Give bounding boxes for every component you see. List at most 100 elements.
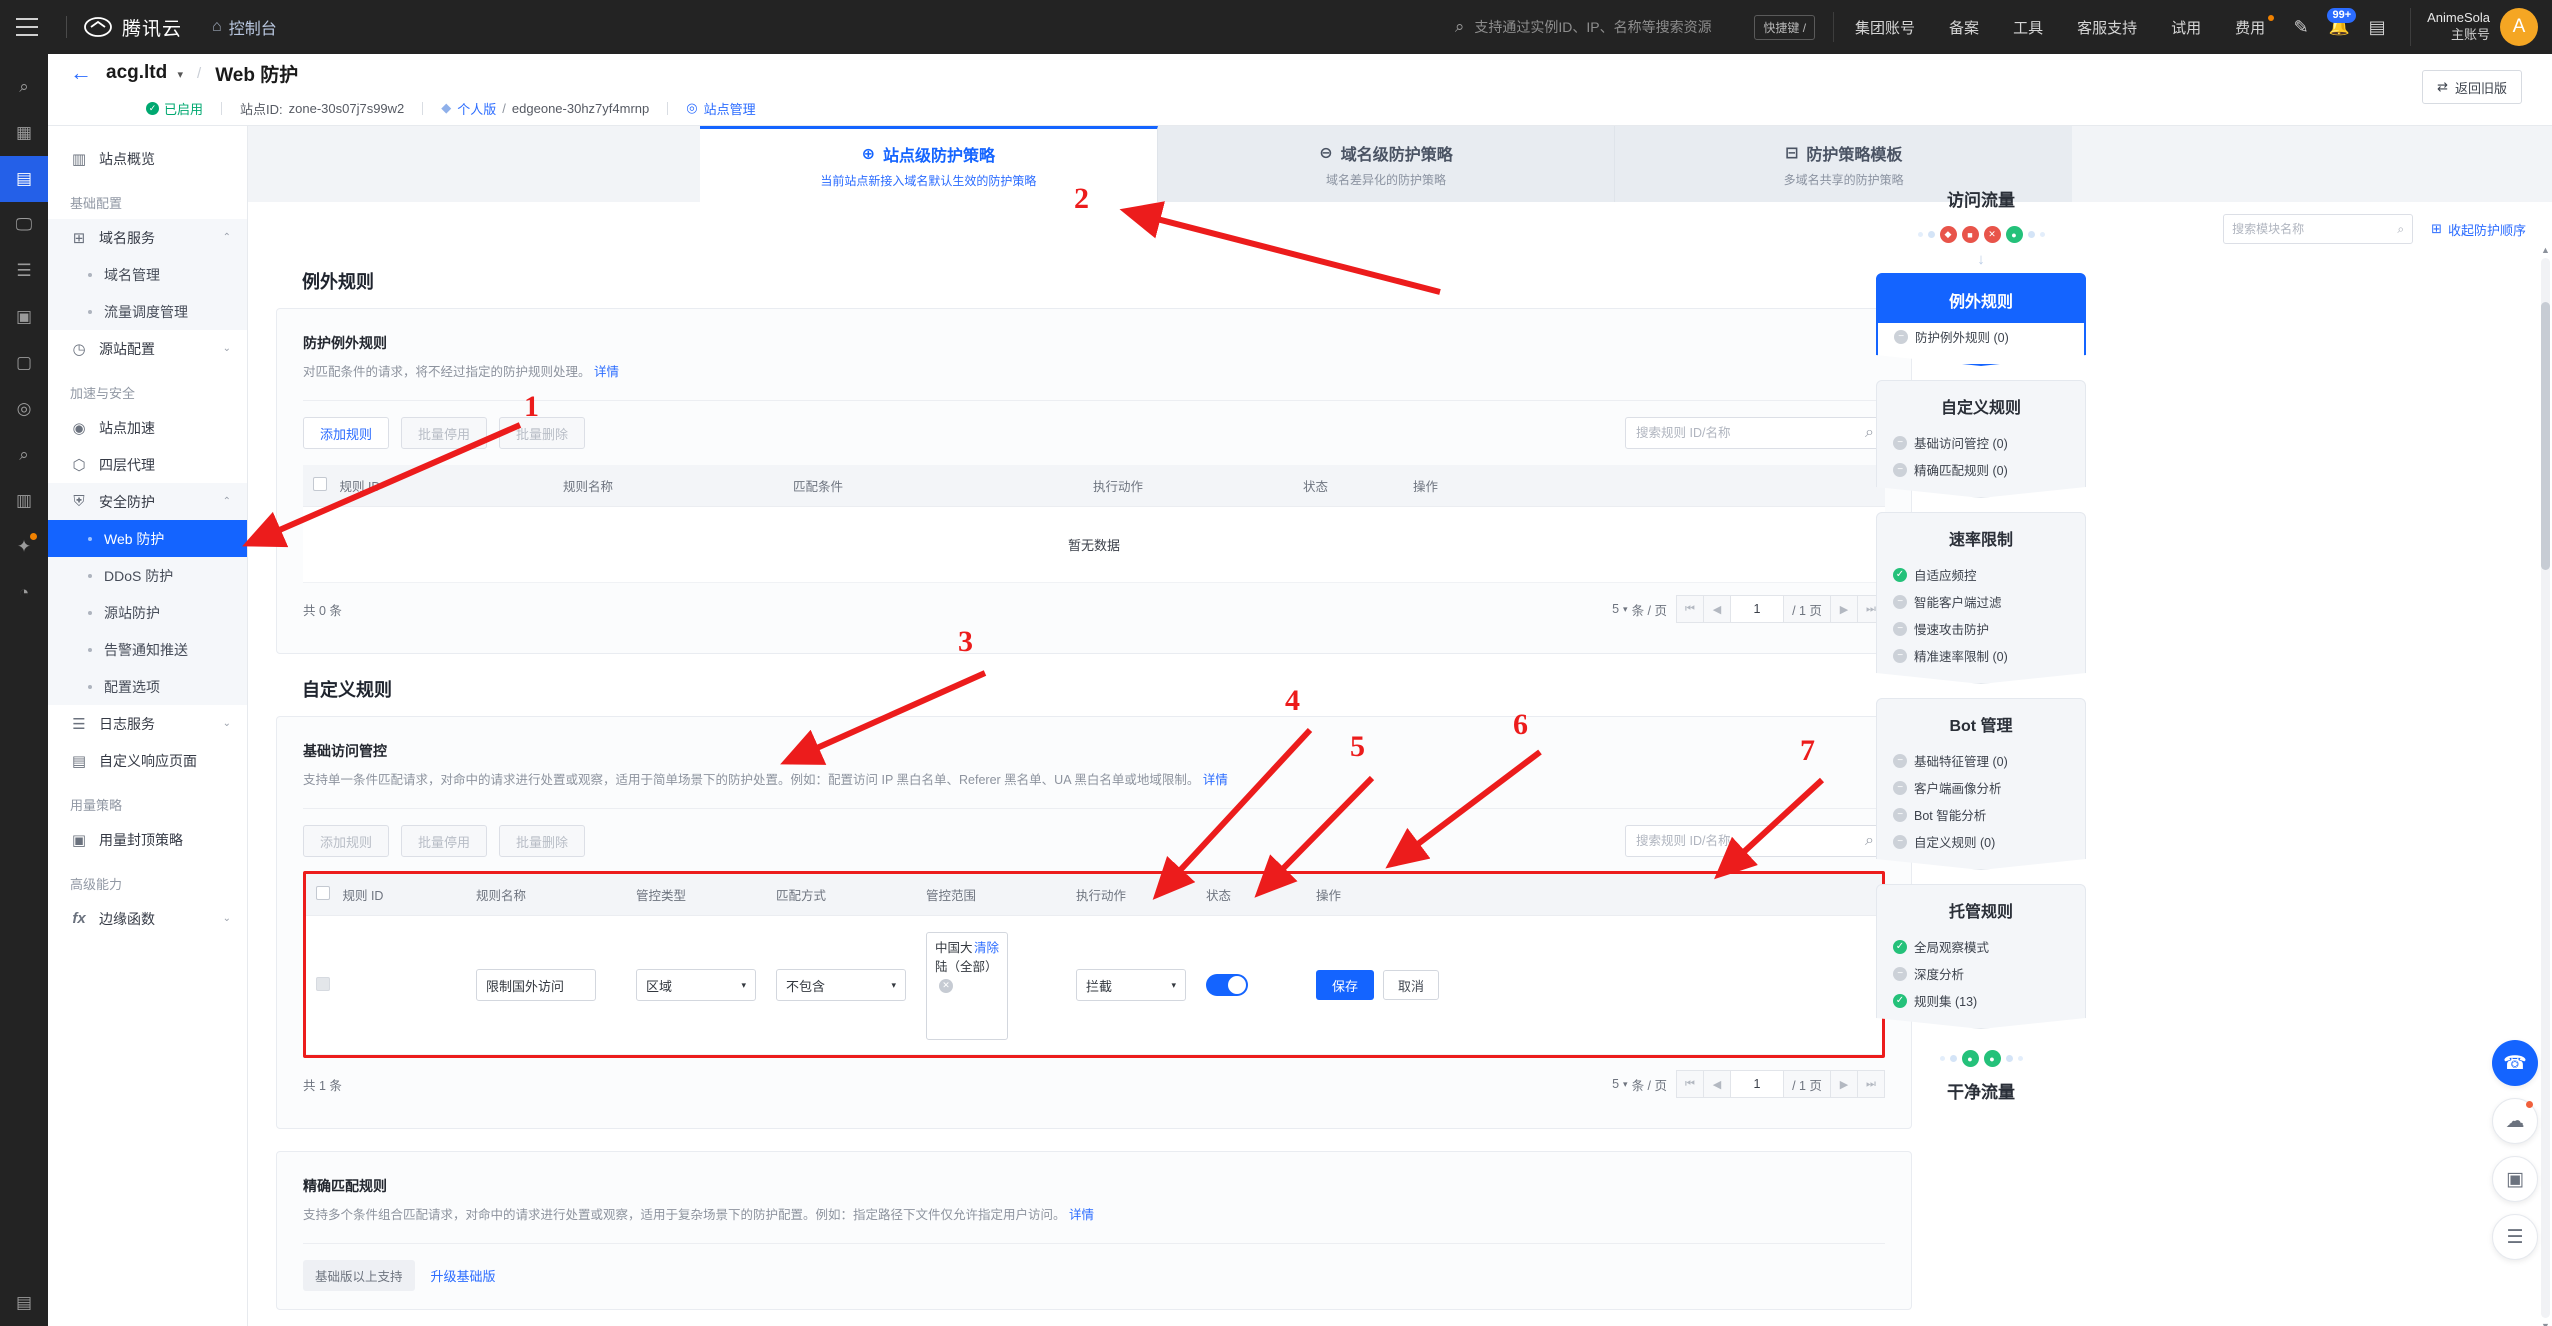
module-search[interactable]: ⌕ bbox=[2223, 214, 2414, 244]
user-menu[interactable]: AnimeSola 主账号 A bbox=[2410, 8, 2538, 46]
box-rail-icon[interactable]: ▣ bbox=[0, 294, 48, 340]
flow-stage-exception[interactable]: 例外规则 − 防护例外规则 (0) bbox=[1876, 273, 2086, 366]
magnify-rail-icon[interactable]: ⌕ bbox=[0, 432, 48, 478]
sidebar-item-origin-protection[interactable]: 源站防护 bbox=[48, 594, 247, 631]
flow-item[interactable]: − 基础访问管控 (0) bbox=[1877, 429, 2085, 456]
apps-rail-icon[interactable]: ▤ bbox=[0, 156, 48, 202]
exception-rule-search[interactable]: ⌕ bbox=[1625, 417, 1885, 449]
globe-rail-icon[interactable]: ◎ bbox=[0, 386, 48, 432]
flow-item[interactable]: − 客户端画像分析 bbox=[1877, 774, 2085, 801]
control-scope-tagbox[interactable]: 清除 中国大陆（全部）✕ bbox=[926, 932, 1008, 1040]
tencent-cloud-logo[interactable]: 腾讯云 bbox=[83, 14, 182, 41]
sidebar-item-web-protection[interactable]: Web 防护 bbox=[48, 520, 247, 557]
return-old-version-button[interactable]: ⇄ 返回旧版 bbox=[2422, 70, 2522, 104]
sidebar-item-l4-proxy[interactable]: ⬡ 四层代理 bbox=[48, 446, 247, 483]
flow-stage-rate-limit[interactable]: 速率限制 ✓ 自适应频控 − 智能客户端过滤 − 慢速攻击防护 − 精准速率限制… bbox=[1876, 512, 2086, 684]
first-page-button[interactable]: ⏮ bbox=[1676, 595, 1704, 623]
avatar[interactable]: A bbox=[2500, 8, 2538, 46]
breadcrumb-site[interactable]: acg.ltd ▾ bbox=[106, 62, 183, 84]
row-checkbox[interactable] bbox=[316, 976, 330, 991]
sidebar-item-config-options[interactable]: 配置选项 bbox=[48, 668, 247, 705]
plan-label[interactable]: 个人版 bbox=[457, 99, 496, 118]
first-page-button[interactable]: ⏮ bbox=[1676, 1070, 1704, 1098]
rule-enabled-toggle[interactable] bbox=[1206, 974, 1248, 996]
basic-rule-search-input[interactable] bbox=[1636, 834, 1866, 848]
next-page-button[interactable]: ▶ bbox=[1830, 595, 1858, 623]
tab-domain-policy[interactable]: ⊖ 域名级防护策略 域名差异化的防护策略 bbox=[1157, 126, 1616, 202]
cancel-button[interactable]: 取消 bbox=[1383, 970, 1440, 1000]
sidebar-item-edge-functions[interactable]: fx 边缘函数 ⌄ bbox=[48, 900, 247, 937]
grid-rail-icon[interactable]: ▦ bbox=[0, 110, 48, 156]
sidebar-item-alert-push[interactable]: 告警通知推送 bbox=[48, 631, 247, 668]
header-menu-item-0[interactable]: 集团账号 bbox=[1838, 17, 1932, 38]
flow-stage-bot[interactable]: Bot 管理 − 基础特征管理 (0) − 客户端画像分析 − Bot 智能分析… bbox=[1876, 698, 2086, 870]
bell-icon[interactable]: 🔔 99+ bbox=[2320, 8, 2358, 46]
cloud-icon[interactable]: ☁ bbox=[2492, 1098, 2538, 1144]
flow-item[interactable]: ✓ 全局观察模式 bbox=[1877, 933, 2085, 960]
flow-item[interactable]: ✓ 规则集 (13) bbox=[1877, 987, 2085, 1014]
flow-item[interactable]: − 慢速攻击防护 bbox=[1877, 615, 2085, 642]
sidebar-item-domain-service[interactable]: ⊞ 域名服务 ⌃ bbox=[48, 219, 247, 256]
flow-item[interactable]: − 深度分析 bbox=[1877, 960, 2085, 987]
book-rail-icon[interactable]: ▤ bbox=[0, 1280, 48, 1326]
book-icon[interactable]: ▣ bbox=[2492, 1156, 2538, 1202]
pen-icon[interactable]: ✎ bbox=[2282, 8, 2320, 46]
prev-page-button[interactable]: ◀ bbox=[1703, 595, 1731, 623]
site-manage-link[interactable]: ◎ 站点管理 bbox=[686, 99, 755, 118]
docs-icon[interactable]: ▤ bbox=[2358, 8, 2396, 46]
page-size-select[interactable]: 5 ▾ 条 / 页 bbox=[1612, 1075, 1667, 1094]
select-all-checkbox[interactable] bbox=[316, 886, 330, 900]
plan-block[interactable]: ◆ 个人版 / edgeone-30hz7yf4mrnp bbox=[441, 99, 649, 118]
flow-item[interactable]: − 防护例外规则 (0) bbox=[1878, 323, 2084, 350]
upgrade-link[interactable]: 升级基础版 bbox=[431, 1266, 496, 1285]
flow-item[interactable]: ✓ 自适应频控 bbox=[1877, 561, 2085, 588]
collapse-order-link[interactable]: ⊞ 收起防护顺序 bbox=[2431, 220, 2526, 239]
scroll-up-arrow[interactable]: ▲ bbox=[2541, 244, 2550, 256]
batch-delete-button[interactable]: 批量删除 bbox=[499, 417, 586, 449]
current-page-input[interactable]: 1 bbox=[1730, 595, 1784, 623]
sidebar-item-ddos[interactable]: DDoS 防护 bbox=[48, 557, 247, 594]
tab-site-policy[interactable]: ⊕ 站点级防护策略 当前站点新接入域名默认生效的防护策略 bbox=[700, 126, 1158, 202]
global-search[interactable]: ⌕ 快捷键 / bbox=[1455, 12, 1835, 42]
clock-rail-icon[interactable]: ◔ bbox=[0, 570, 48, 616]
header-menu-item-4[interactable]: 试用 bbox=[2154, 17, 2218, 38]
scrollbar-thumb[interactable] bbox=[2541, 302, 2550, 570]
list-rail-icon[interactable]: ☰ bbox=[0, 248, 48, 294]
module-search-input[interactable] bbox=[2232, 222, 2398, 236]
feedback-icon[interactable]: ☰ bbox=[2492, 1214, 2538, 1260]
search-rail-icon[interactable]: ⌕ bbox=[0, 64, 48, 110]
monitor-rail-icon[interactable]: 🖵 bbox=[0, 202, 48, 248]
page-size-select[interactable]: 5 ▾ 条 / 页 bbox=[1612, 600, 1667, 619]
next-page-button[interactable]: ▶ bbox=[1830, 1070, 1858, 1098]
remove-tag-icon[interactable]: ✕ bbox=[939, 979, 953, 994]
batch-disable-button[interactable]: 批量停用 bbox=[401, 825, 488, 857]
console-link[interactable]: ⌂ 控制台 bbox=[212, 15, 277, 39]
hamburger-icon[interactable] bbox=[0, 0, 54, 54]
select-all-checkbox[interactable] bbox=[313, 477, 327, 491]
flow-item[interactable]: − 精确匹配规则 (0) bbox=[1877, 456, 2085, 483]
detail-link[interactable]: 详情 bbox=[1069, 1208, 1094, 1222]
control-type-select[interactable]: 区域 ▾ bbox=[636, 969, 756, 1001]
add-rule-button[interactable]: 添加规则 bbox=[303, 825, 390, 857]
rule-name-input[interactable] bbox=[476, 969, 596, 1001]
detail-link[interactable]: 详情 bbox=[594, 365, 619, 379]
card-rail-icon[interactable]: ▢ bbox=[0, 340, 48, 386]
sidebar-item-log-service[interactable]: ☰ 日志服务 ⌄ bbox=[48, 705, 247, 742]
prev-page-button[interactable]: ◀ bbox=[1703, 1070, 1731, 1098]
exception-rule-search-input[interactable] bbox=[1636, 426, 1866, 440]
add-rule-button[interactable]: 添加规则 bbox=[303, 417, 390, 449]
sidebar-item-custom-response-page[interactable]: ▤ 自定义响应页面 bbox=[48, 742, 247, 779]
sidebar-item-domain-manage[interactable]: 域名管理 bbox=[48, 256, 247, 293]
basic-rule-search[interactable]: ⌕ bbox=[1625, 825, 1885, 857]
clear-scope-link[interactable]: 清除 bbox=[974, 939, 999, 958]
save-button[interactable]: 保存 bbox=[1316, 970, 1375, 1000]
detail-link[interactable]: 详情 bbox=[1203, 773, 1228, 787]
header-menu-item-5[interactable]: 费用 bbox=[2218, 14, 2282, 38]
sidebar-item-overview[interactable]: ▥ 站点概览 bbox=[48, 140, 247, 177]
sidebar-item-security[interactable]: ⛨ 安全防护 ⌃ bbox=[48, 483, 247, 520]
flow-item[interactable]: − Bot 智能分析 bbox=[1877, 801, 2085, 828]
sidebar-item-usage-cap[interactable]: ▣ 用量封顶策略 bbox=[48, 821, 247, 858]
batch-disable-button[interactable]: 批量停用 bbox=[401, 417, 488, 449]
flow-item[interactable]: − 基础特征管理 (0) bbox=[1877, 747, 2085, 774]
sidebar-item-site-accel[interactable]: ◉ 站点加速 bbox=[48, 409, 247, 446]
